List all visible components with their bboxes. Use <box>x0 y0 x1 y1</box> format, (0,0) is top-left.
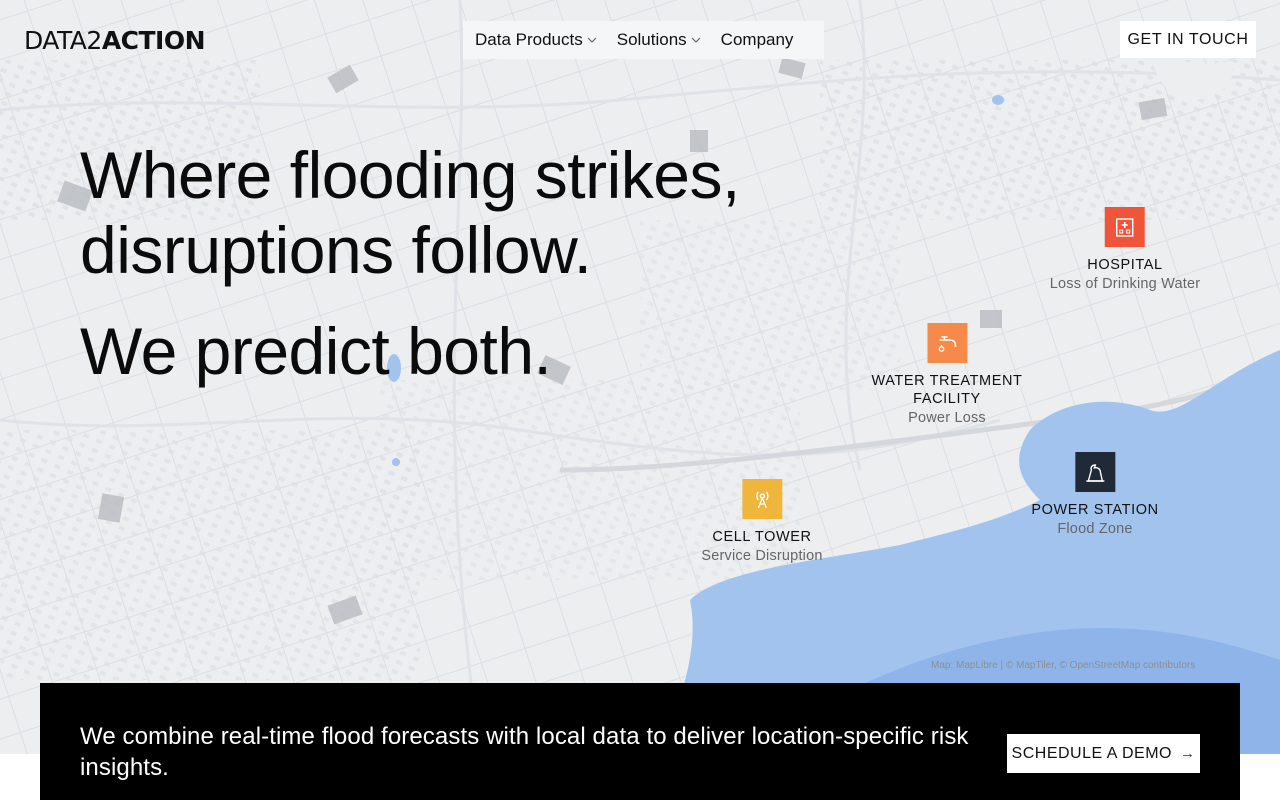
hero-line-1: Where flooding strikes, <box>80 138 740 212</box>
marker-water-treatment[interactable]: WATER TREATMENT FACILITY Power Loss <box>871 323 1022 426</box>
marker-subtitle: Flood Zone <box>1057 521 1133 537</box>
marker-title: CELL TOWER <box>712 529 812 545</box>
brand-logo[interactable]: DATA2 ACTION <box>24 25 206 55</box>
chevron-down-icon <box>691 37 701 43</box>
nav-item-label: Company <box>720 30 794 49</box>
cell-tower-icon <box>741 479 782 519</box>
nav-item-solutions[interactable]: Solutions <box>617 30 701 50</box>
logo-text-bold: ACTION <box>101 25 206 55</box>
chevron-down-icon <box>587 37 597 43</box>
nav-item-data-products[interactable]: Data Products <box>475 30 597 50</box>
schedule-demo-label: SCHEDULE A DEMO <box>1011 744 1172 762</box>
marker-subtitle: Loss of Drinking Water <box>1049 276 1201 292</box>
hero: Where flooding strikes, disruptions foll… <box>80 138 740 389</box>
marker-title: WATER TREATMENT FACILITY <box>871 372 1022 408</box>
arrow-right-icon: → <box>1179 745 1196 762</box>
banner-text: We combine real-time flood forecasts wit… <box>80 723 969 781</box>
water-tap-icon <box>926 323 967 363</box>
nav-item-company[interactable]: Company <box>721 30 794 50</box>
info-banner: We combine real-time flood forecasts wit… <box>40 683 1240 800</box>
nav-item-label: Solutions <box>616 30 687 49</box>
marker-title-line-1: WATER TREATMENT <box>871 373 1023 389</box>
marker-hospital[interactable]: HOSPITAL Loss of Drinking Water <box>1050 207 1201 292</box>
marker-title: POWER STATION <box>1031 502 1159 518</box>
marker-subtitle: Power Loss <box>908 410 986 426</box>
marker-power-station[interactable]: POWER STATION Flood Zone <box>1031 452 1158 537</box>
marker-title-line-2: FACILITY <box>913 391 981 407</box>
logo-text-light: DATA2 <box>24 25 102 55</box>
marker-subtitle: Service Disruption <box>701 548 823 564</box>
nav-item-label: Data Products <box>475 30 583 49</box>
power-plant-icon <box>1074 452 1115 492</box>
hero-line-2: disruptions follow. <box>80 213 592 287</box>
get-in-touch-button[interactable]: GET IN TOUCH <box>1120 21 1256 58</box>
hero-headline: Where flooding strikes, disruptions foll… <box>80 138 740 288</box>
main-nav: Data Products Solutions Company <box>463 21 824 59</box>
hero-tagline: We predict both. <box>80 314 552 388</box>
schedule-demo-button[interactable]: SCHEDULE A DEMO → <box>1007 734 1200 773</box>
marker-cell-tower[interactable]: CELL TOWER Service Disruption <box>701 479 822 564</box>
hospital-icon <box>1105 207 1145 247</box>
map-attribution[interactable]: Map: MapLibre | © MapTiler, © OpenStreet… <box>931 660 1195 671</box>
marker-title: HOSPITAL <box>1087 257 1163 273</box>
